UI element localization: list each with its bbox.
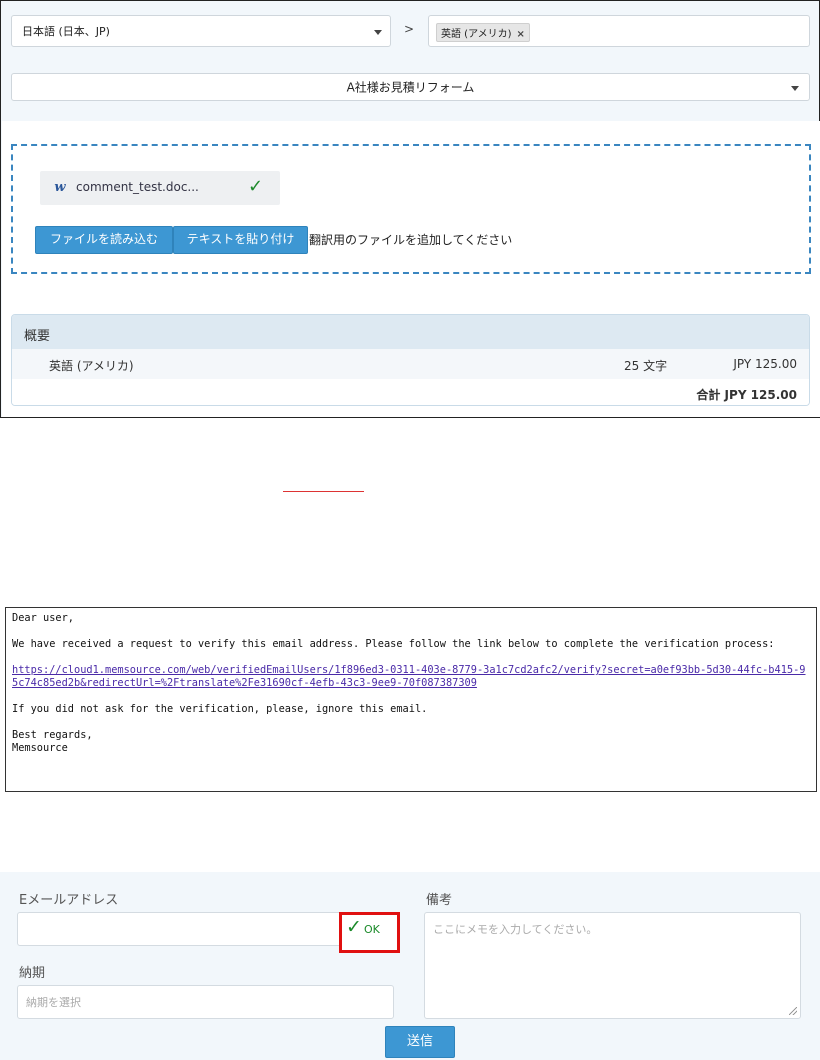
email-input[interactable]: [17, 912, 394, 946]
notes-placeholder: ここにメモを入力してください。: [433, 923, 598, 936]
summary-total-row: 合計 JPY 125.00: [12, 379, 809, 405]
check-icon: ✓: [346, 916, 362, 938]
target-language-select[interactable]: 英語 (アメリカ) ×: [428, 15, 810, 47]
uploaded-file-chip[interactable]: w comment_test.doc... ✓: [40, 171, 280, 205]
upload-section: w comment_test.doc... ✓ ファイルを読み込む テキストを貼…: [2, 121, 820, 417]
deadline-input[interactable]: 納期を選択: [17, 985, 394, 1019]
summary-title: 概要: [24, 329, 51, 344]
email-body: We have received a request to verify thi…: [12, 638, 775, 650]
target-language-tag[interactable]: 英語 (アメリカ) ×: [436, 23, 530, 42]
translation-request-panel: 日本語 (日本、JP) > 英語 (アメリカ) × A社様お見積リフォーム w c…: [0, 0, 820, 418]
target-language-tag-label: 英語 (アメリカ): [441, 29, 512, 40]
source-language-value: 日本語 (日本、JP): [22, 25, 110, 38]
verification-email: Dear user, We have received a request to…: [5, 607, 817, 792]
summary-panel: 概要 英語 (アメリカ) 25 文字 JPY 125.00 合計 JPY 125…: [11, 314, 810, 406]
chevron-down-icon: [374, 30, 382, 35]
load-file-button[interactable]: ファイルを読み込む: [35, 226, 173, 254]
contact-form: Eメールアドレス ✓ OK 納期 納期を選択 備考 ここにメモを入力してください…: [0, 872, 820, 1060]
email-signature: Memsource: [12, 742, 68, 754]
deadline-label: 納期: [19, 966, 46, 981]
deadline-placeholder: 納期を選択: [26, 996, 81, 1009]
form-template-select[interactable]: A社様お見積リフォーム: [11, 73, 810, 101]
email-ok-indicator: ✓ OK: [339, 912, 400, 953]
summary-row-price: JPY 125.00: [733, 357, 797, 371]
email-greeting: Dear user,: [12, 612, 74, 624]
remove-tag-icon[interactable]: ×: [516, 29, 524, 40]
check-icon: ✓: [248, 176, 264, 197]
direction-arrow: >: [404, 22, 415, 36]
source-language-select[interactable]: 日本語 (日本、JP): [11, 15, 391, 47]
summary-row: 英語 (アメリカ) 25 文字 JPY 125.00: [12, 349, 809, 379]
submit-button[interactable]: 送信: [385, 1026, 455, 1058]
red-underline: [283, 491, 364, 492]
summary-header: 概要: [12, 315, 809, 349]
email-ignore-note: If you did not ask for the verification,…: [12, 703, 428, 715]
form-template-value: A社様お見積リフォーム: [346, 80, 475, 95]
file-name: comment_test.doc...: [76, 180, 199, 194]
email-closing: Best regards,: [12, 729, 93, 741]
upload-hint: 翻訳用のファイルを追加してください: [309, 233, 513, 247]
ok-label: OK: [364, 923, 380, 936]
notes-label: 備考: [426, 893, 453, 908]
summary-row-count: 25 文字: [624, 359, 668, 373]
word-icon: w: [54, 180, 66, 195]
file-drop-zone[interactable]: w comment_test.doc... ✓ ファイルを読み込む テキストを貼…: [11, 144, 811, 274]
verification-link[interactable]: https://cloud1.memsource.com/web/verifie…: [12, 664, 810, 690]
summary-total: 合計 JPY 125.00: [696, 388, 797, 402]
chevron-down-icon: [791, 86, 799, 91]
summary-row-language: 英語 (アメリカ): [49, 359, 134, 373]
resize-handle-icon[interactable]: [789, 1007, 797, 1015]
email-label: Eメールアドレス: [19, 893, 119, 908]
paste-text-button[interactable]: テキストを貼り付け: [173, 226, 308, 254]
notes-textarea[interactable]: ここにメモを入力してください。: [424, 912, 801, 1019]
